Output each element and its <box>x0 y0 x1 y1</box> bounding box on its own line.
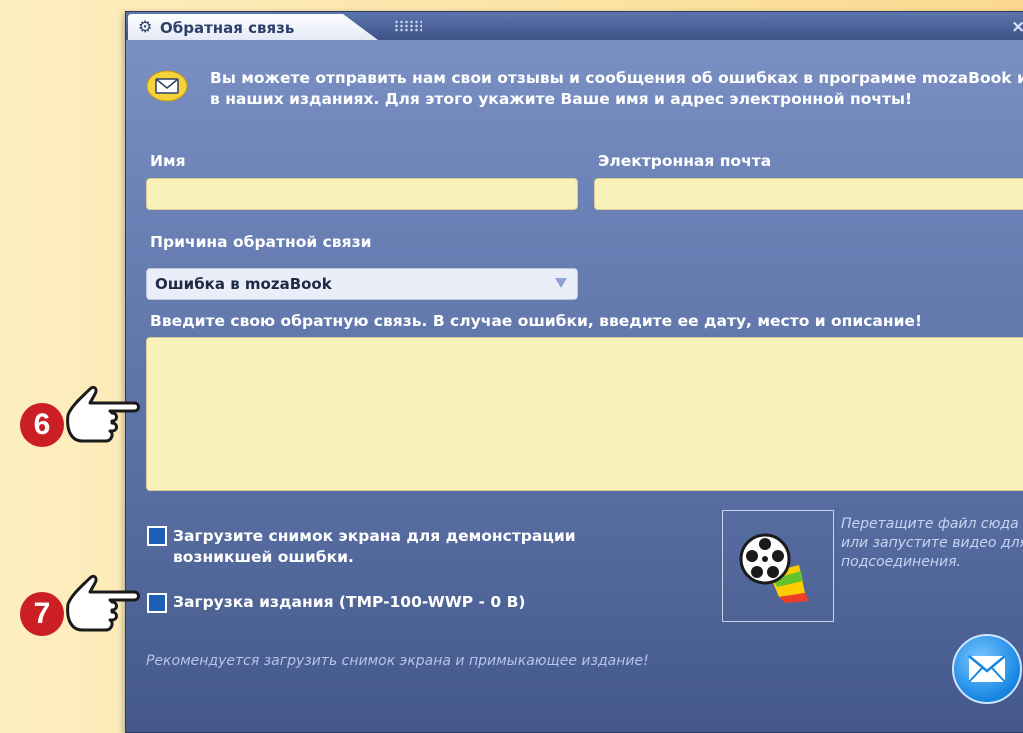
screenshot-checkbox-label: Загрузите снимок экрана для демонстрации… <box>173 526 576 568</box>
envelope-icon <box>146 70 188 102</box>
film-reel-icon <box>739 533 809 603</box>
feedback-textarea[interactable] <box>146 337 1023 491</box>
annotation-badge-6: 6 <box>20 403 64 447</box>
edition-checkbox-label: Загрузка издания (TMP-100-WWP - 0 B) <box>173 593 526 611</box>
feedback-label: Введите свою обратную связь. В случае ош… <box>150 312 923 330</box>
send-envelope-icon <box>968 655 1006 683</box>
reason-label: Причина обратной связи <box>150 233 372 251</box>
dropzone-text: Перетащите файл сюда или запустите видео… <box>841 516 1023 570</box>
feedback-dialog: ⚙ Обратная связь × Вы можете отправить н… <box>125 11 1023 733</box>
screenshot-checkbox-label-line-1: Загрузите снимок экрана для демонстрации <box>173 527 576 545</box>
pointing-hand-icon <box>66 574 140 632</box>
name-field[interactable] <box>146 178 578 210</box>
pointing-hand-icon <box>66 385 140 443</box>
drag-handle[interactable] <box>394 20 422 32</box>
reason-select[interactable]: Ошибка в mozaBook <box>146 268 578 300</box>
gear-icon: ⚙ <box>138 17 153 36</box>
dialog-title: Обратная связь <box>160 19 295 37</box>
name-label: Имя <box>150 152 186 170</box>
title-bar: ⚙ Обратная связь × <box>126 12 1023 40</box>
send-button[interactable] <box>952 634 1022 704</box>
email-label: Электронная почта <box>598 152 772 170</box>
screenshot-checkbox-label-line-2: возникшей ошибки. <box>173 548 354 566</box>
screenshot-checkbox[interactable] <box>147 526 167 546</box>
recommendation-text: Рекомендуется загрузить снимок экрана и … <box>146 653 649 669</box>
intro-text: Вы можете отправить нам свои отзывы и со… <box>210 69 1023 108</box>
reason-selected-value: Ошибка в mozaBook <box>155 275 332 293</box>
annotation-badge-7: 7 <box>20 592 64 636</box>
video-dropzone[interactable] <box>722 510 834 622</box>
chevron-down-icon <box>555 278 567 288</box>
edition-checkbox[interactable] <box>147 593 167 613</box>
email-field[interactable] <box>594 178 1023 210</box>
close-icon[interactable]: × <box>1011 17 1023 37</box>
tab-feedback[interactable]: ⚙ Обратная связь <box>128 14 378 40</box>
